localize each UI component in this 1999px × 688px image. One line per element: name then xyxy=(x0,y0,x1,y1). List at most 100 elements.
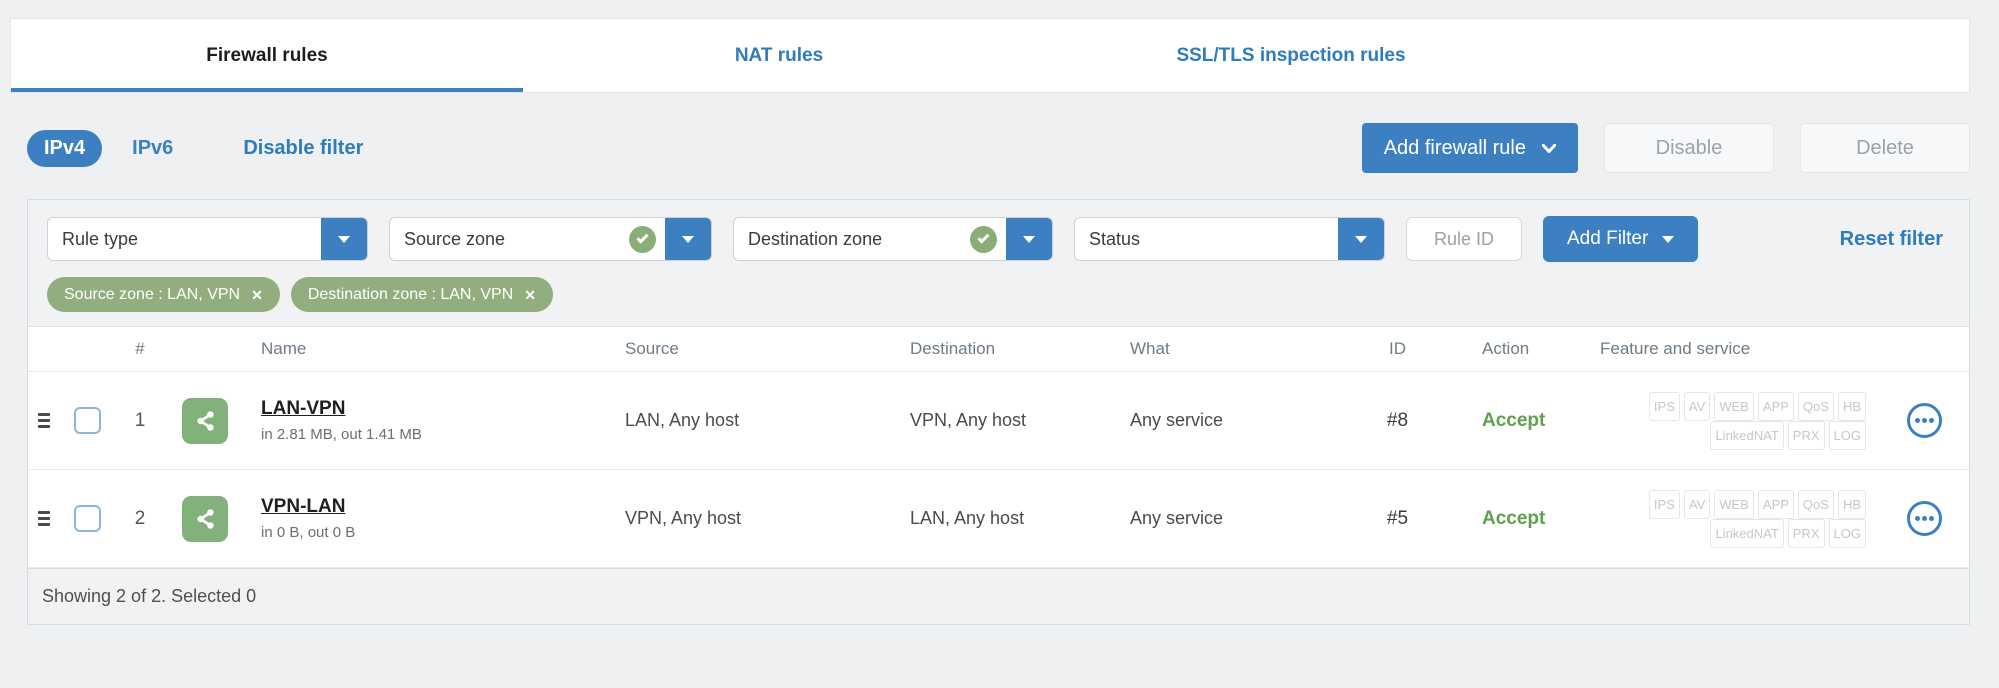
add-filter-label: Add Filter xyxy=(1567,228,1649,249)
tab-ssl-tls-inspection-rules[interactable]: SSL/TLS inspection rules xyxy=(1035,19,1547,92)
header-destination: Destination xyxy=(910,339,996,358)
more-actions-icon[interactable] xyxy=(1907,501,1942,536)
dropdown-arrow-icon[interactable] xyxy=(321,218,367,260)
close-icon[interactable]: ✕ xyxy=(251,288,263,302)
feature-badges: IPS AV WEB APP QoS HB LinkedNAT PRX LOG xyxy=(1600,489,1880,548)
feature-badge: LinkedNAT xyxy=(1710,420,1784,450)
add-firewall-rule-button[interactable]: Add firewall rule xyxy=(1361,123,1578,173)
disable-filter-link[interactable]: Disable filter xyxy=(243,137,363,160)
status-dropdown-label: Status xyxy=(1089,228,1141,249)
header-action: Action xyxy=(1482,339,1530,358)
destination-zone-dropdown[interactable]: Destination zone xyxy=(733,217,1053,261)
filter-chip-label: Destination zone : LAN, VPN xyxy=(307,285,514,303)
source-zone-dropdown-label: Source zone xyxy=(404,228,506,249)
rule-what: Any service xyxy=(1130,410,1224,430)
destination-zone-dropdown-label: Destination zone xyxy=(748,228,883,249)
row-checkbox[interactable] xyxy=(74,407,101,434)
dropdown-arrow-icon[interactable] xyxy=(665,218,711,260)
rule-type-dropdown-label: Rule type xyxy=(62,228,139,249)
rule-id-input[interactable] xyxy=(1406,217,1522,261)
filter-chip-destination-zone: Destination zone : LAN, VPN ✕ xyxy=(290,277,553,312)
chevron-down-icon xyxy=(1542,143,1556,153)
tab-nat-rules[interactable]: NAT rules xyxy=(523,19,1035,92)
feature-badge: QoS xyxy=(1797,391,1834,421)
feature-badge: HB xyxy=(1837,391,1866,421)
share-icon xyxy=(197,508,214,529)
row-checkbox[interactable] xyxy=(74,505,101,532)
row-number: 1 xyxy=(134,409,146,431)
toolbar-actions: Add firewall rule Disable Delete xyxy=(1361,123,1970,173)
source-zone-dropdown[interactable]: Source zone xyxy=(389,217,712,261)
header-source: Source xyxy=(625,339,679,358)
tab-firewall-rules[interactable]: Firewall rules xyxy=(11,19,523,92)
rule-source: LAN, Any host xyxy=(625,410,740,430)
table-footer: Showing 2 of 2. Selected 0 xyxy=(28,568,1969,624)
ipv6-toggle[interactable]: IPv6 xyxy=(132,137,173,160)
rule-name-link[interactable]: VPN-LAN xyxy=(261,496,345,518)
header-number: # xyxy=(135,339,145,358)
rule-id: #5 xyxy=(1386,507,1409,529)
ipv4-toggle[interactable]: IPv4 xyxy=(27,129,103,167)
rule-destination: LAN, Any host xyxy=(910,508,1025,528)
delete-button[interactable]: Delete xyxy=(1800,123,1970,173)
feature-badge: LOG xyxy=(1828,420,1866,450)
rule-source: VPN, Any host xyxy=(625,508,742,528)
drag-handle-icon[interactable] xyxy=(38,508,50,529)
feature-badges: IPS AV WEB APP QoS HB LinkedNAT PRX LOG xyxy=(1600,391,1880,450)
dropdown-arrow-icon[interactable] xyxy=(1338,218,1384,260)
rule-traffic: in 2.81 MB, out 1.41 MB xyxy=(261,426,422,443)
feature-badge: APP xyxy=(1757,391,1794,421)
feature-badge: APP xyxy=(1757,489,1794,519)
tab-bar: Firewall rules NAT rules SSL/TLS inspect… xyxy=(10,18,1970,93)
close-icon[interactable]: ✕ xyxy=(524,288,536,302)
rule-type-dropdown[interactable]: Rule type xyxy=(47,217,368,261)
add-firewall-rule-label: Add firewall rule xyxy=(1383,136,1526,159)
feature-badge: QoS xyxy=(1797,489,1834,519)
dropdown-arrow-icon[interactable] xyxy=(1006,218,1052,260)
filter-row: Rule type Source zone Destination zone S… xyxy=(47,216,1951,262)
feature-badge: IPS xyxy=(1648,489,1680,519)
rule-id: #8 xyxy=(1386,409,1409,431)
toolbar: IPv4 IPv6 Disable filter Add firewall ru… xyxy=(27,123,1970,173)
status-dropdown[interactable]: Status xyxy=(1074,217,1385,261)
network-rule-icon[interactable] xyxy=(182,397,228,444)
rule-what: Any service xyxy=(1130,508,1224,528)
footer-summary: Showing 2 of 2. Selected 0 xyxy=(42,586,257,606)
feature-badge: LOG xyxy=(1828,518,1866,548)
active-filter-chips: Source zone : LAN, VPN ✕ Destination zon… xyxy=(47,277,1951,312)
more-actions-icon[interactable] xyxy=(1907,403,1942,438)
header-name: Name xyxy=(261,339,307,358)
rule-destination: VPN, Any host xyxy=(910,410,1027,430)
feature-badge: PRX xyxy=(1787,518,1825,548)
filter-chip-source-zone: Source zone : LAN, VPN ✕ xyxy=(47,277,280,312)
drag-handle-icon[interactable] xyxy=(38,410,50,431)
rule-name-link[interactable]: LAN-VPN xyxy=(261,398,345,420)
header-features: Feature and service xyxy=(1600,339,1751,358)
table-row: 2 VPN-LAN in 0 B, out 0 B VPN, Any host … xyxy=(28,470,1969,568)
filter-applied-check-icon xyxy=(970,225,997,253)
add-filter-button[interactable]: Add Filter xyxy=(1543,216,1699,262)
share-icon xyxy=(197,410,214,431)
reset-filter-link[interactable]: Reset filter xyxy=(1840,228,1951,251)
feature-badge: PRX xyxy=(1787,420,1825,450)
header-what: What xyxy=(1130,339,1170,358)
feature-badge: WEB xyxy=(1714,391,1754,421)
header-id: ID xyxy=(1389,339,1406,358)
network-rule-icon[interactable] xyxy=(182,495,228,542)
feature-badge: WEB xyxy=(1714,489,1754,519)
feature-badge: LinkedNAT xyxy=(1710,518,1784,548)
rule-action: Accept xyxy=(1482,507,1546,529)
feature-badge: AV xyxy=(1683,391,1711,421)
filter-applied-check-icon xyxy=(629,225,656,253)
feature-badge: AV xyxy=(1683,489,1711,519)
feature-badge: IPS xyxy=(1648,391,1680,421)
firewall-rules-panel: Rule type Source zone Destination zone S… xyxy=(27,199,1970,625)
rule-action: Accept xyxy=(1482,409,1546,431)
table-row: 1 LAN-VPN in 2.81 MB, out 1.41 MB LAN, A… xyxy=(28,372,1969,470)
row-number: 2 xyxy=(134,507,146,529)
rule-traffic: in 0 B, out 0 B xyxy=(261,524,356,541)
chevron-down-icon xyxy=(1662,235,1675,243)
table-header: # Name Source Destination What ID Action… xyxy=(28,327,1969,372)
disable-button[interactable]: Disable xyxy=(1604,123,1774,173)
filter-chip-label: Source zone : LAN, VPN xyxy=(64,285,241,303)
